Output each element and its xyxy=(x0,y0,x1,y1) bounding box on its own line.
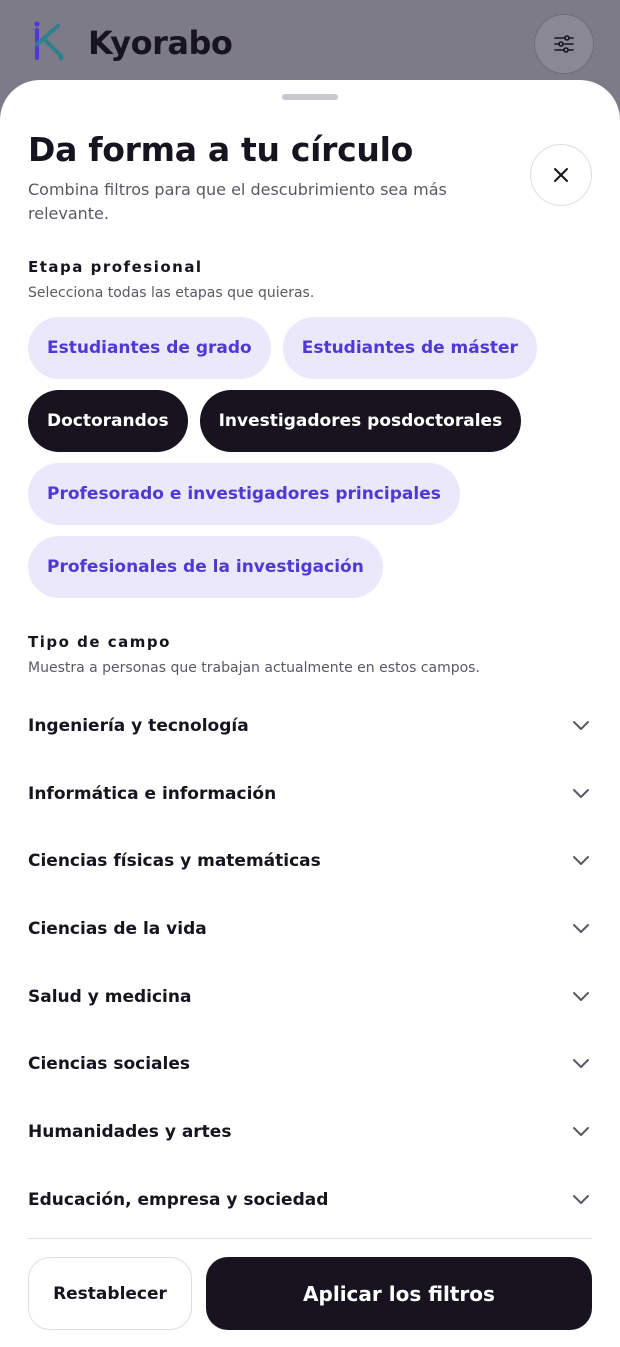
field-type-item[interactable]: Ciencias de la vida xyxy=(28,895,592,963)
brand-name: Kyorabo xyxy=(88,24,233,62)
field-type-item[interactable]: Educación, empresa y sociedad xyxy=(28,1166,592,1234)
career-stage-chip[interactable]: Profesionales de la investigación xyxy=(28,536,383,598)
career-stage-chip[interactable]: Doctorandos xyxy=(28,390,188,452)
field-type-item[interactable]: Ingeniería y tecnología xyxy=(28,692,592,760)
field-type-label: Humanidades y artes xyxy=(28,1121,232,1142)
app-header: Kyorabo xyxy=(0,0,620,90)
field-type-description: Muestra a personas que trabajan actualme… xyxy=(28,660,480,676)
sheet-subtitle: Combina filtros para que el descubrimien… xyxy=(28,180,447,223)
field-type-label: Ciencias de la vida xyxy=(28,918,207,939)
field-type-title: Tipo de campo xyxy=(28,633,171,651)
close-button[interactable] xyxy=(530,144,592,206)
chevron-down-icon xyxy=(570,1053,592,1075)
filter-sheet: Da forma a tu círculo Combina filtros pa… xyxy=(0,80,620,1347)
chevron-down-icon xyxy=(570,1121,592,1143)
filter-button[interactable] xyxy=(534,14,594,74)
field-type-label: Salud y medicina xyxy=(28,986,192,1007)
reset-button[interactable]: Restablecer xyxy=(28,1257,192,1330)
field-type-label: Educación, empresa y sociedad xyxy=(28,1189,329,1210)
chevron-down-icon xyxy=(570,850,592,872)
chip-row: Profesorado e investigadores principales xyxy=(28,463,598,525)
field-type-label: Ingeniería y tecnología xyxy=(28,715,249,736)
field-type-item[interactable]: Informática e información xyxy=(28,760,592,828)
career-stage-chip[interactable]: Estudiantes de máster xyxy=(282,317,537,379)
chevron-down-icon xyxy=(570,986,592,1008)
career-stage-description: Selecciona todas las etapas que quieras. xyxy=(28,285,315,301)
drag-handle[interactable] xyxy=(282,94,338,100)
career-stage-chip[interactable]: Profesorado e investigadores principales xyxy=(28,463,460,525)
chevron-down-icon xyxy=(570,783,592,805)
field-type-label: Informática e información xyxy=(28,783,277,804)
field-type-list: Ingeniería y tecnología Informática e inf… xyxy=(28,692,592,1234)
chevron-down-icon xyxy=(570,715,592,737)
career-stage-title: Etapa profesional xyxy=(28,258,203,276)
field-type-label: Ciencias sociales xyxy=(28,1054,190,1075)
sliders-icon xyxy=(554,35,574,53)
close-icon xyxy=(554,168,568,182)
sheet-title: Da forma a tu círculo xyxy=(28,130,413,169)
field-type-item[interactable]: Humanidades y artes xyxy=(28,1098,592,1166)
chip-row: Estudiantes de grado Estudiantes de máste… xyxy=(28,317,598,379)
chip-row: Doctorandos Investigadores posdoctorales xyxy=(28,390,598,452)
field-type-item[interactable]: Ciencias físicas y matemáticas xyxy=(28,827,592,895)
chevron-down-icon xyxy=(570,1189,592,1211)
career-stage-chip[interactable]: Investigadores posdoctorales xyxy=(199,390,522,452)
field-type-item[interactable]: Salud y medicina xyxy=(28,963,592,1031)
chevron-down-icon xyxy=(570,918,592,940)
footer-divider xyxy=(28,1238,592,1239)
career-stage-chips: Estudiantes de grado Estudiantes de máste… xyxy=(28,317,598,609)
apply-filters-button[interactable]: Aplicar los filtros xyxy=(206,1257,592,1330)
field-type-label: Ciencias físicas y matemáticas xyxy=(28,851,321,872)
kyorabo-k-logo xyxy=(34,21,64,61)
career-stage-chip[interactable]: Estudiantes de grado xyxy=(28,317,271,379)
field-type-item[interactable]: Ciencias sociales xyxy=(28,1030,592,1098)
chip-row: Profesionales de la investigación xyxy=(28,536,598,598)
